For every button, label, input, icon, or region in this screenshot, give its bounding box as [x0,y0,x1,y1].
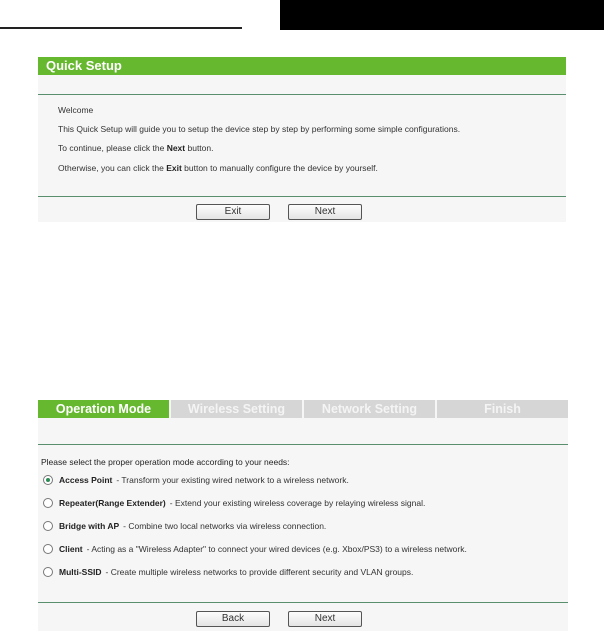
header-block [280,0,604,30]
divider [38,196,566,197]
option-repeater[interactable]: Repeater(Range Extender) - Extend your e… [43,498,425,508]
radio-button[interactable] [43,475,53,485]
option-desc: - Combine two local networks via wireles… [123,521,327,531]
welcome-heading: Welcome [58,105,94,115]
option-name: Multi-SSID [59,567,102,577]
option-name: Client [59,544,83,554]
tab-network-setting[interactable]: Network Setting [304,400,435,418]
divider [38,602,568,603]
radio-button[interactable] [43,567,53,577]
tab-wireless-setting[interactable]: Wireless Setting [171,400,302,418]
option-name: Access Point [59,475,113,485]
next-button[interactable]: Next [288,204,362,220]
text: button to manually configure the device … [181,163,378,173]
text-bold: Exit [166,163,182,173]
option-desc: - Transform your existing wired network … [116,475,349,485]
intro-text: This Quick Setup will guide you to setup… [58,124,461,134]
header-rule [0,27,242,29]
tab-finish[interactable]: Finish [437,400,568,418]
text: button. [185,143,214,153]
next-button[interactable]: Next [288,611,362,627]
text: To continue, please click the [58,143,167,153]
option-desc: - Create multiple wireless networks to p… [105,567,414,577]
exit-text: Otherwise, you can click the Exit button… [58,163,378,173]
option-access-point[interactable]: Access Point - Transform your existing w… [43,475,349,485]
exit-button[interactable]: Exit [196,204,270,220]
mode-prompt: Please select the proper operation mode … [41,457,290,467]
divider [38,94,566,95]
radio-button[interactable] [43,544,53,554]
back-button[interactable]: Back [196,611,270,627]
divider [38,444,568,445]
quick-setup-panel: Quick Setup Welcome This Quick Setup wil… [38,57,566,222]
radio-button[interactable] [43,498,53,508]
tab-operation-mode[interactable]: Operation Mode [38,400,169,418]
radio-button[interactable] [43,521,53,531]
quick-setup-title: Quick Setup [38,57,566,75]
option-name: Bridge with AP [59,521,120,531]
option-name: Repeater(Range Extender) [59,498,166,508]
operation-mode-panel: Operation Mode Wireless Setting Network … [38,400,568,631]
text: Otherwise, you can click the [58,163,167,173]
option-multi-ssid[interactable]: Multi-SSID - Create multiple wireless ne… [43,567,413,577]
continue-text: To continue, please click the Next butto… [58,143,213,153]
option-bridge-with-ap[interactable]: Bridge with AP - Combine two local netwo… [43,521,326,531]
text-bold: Next [166,143,186,153]
option-client[interactable]: Client - Acting as a "Wireless Adapter" … [43,544,467,554]
option-desc: - Acting as a "Wireless Adapter" to conn… [86,544,467,554]
option-desc: - Extend your existing wireless coverage… [169,498,426,508]
